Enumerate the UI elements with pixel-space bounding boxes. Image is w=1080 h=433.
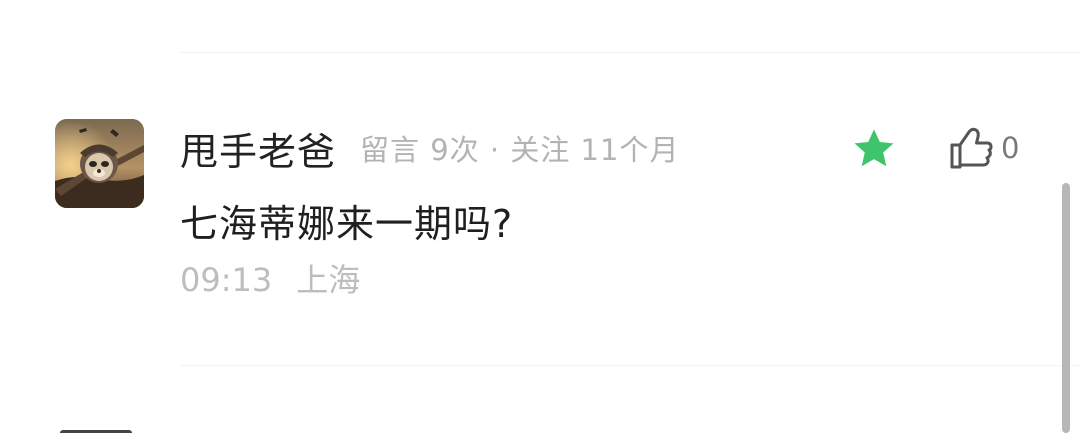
- avatar[interactable]: [55, 119, 144, 208]
- comment-footer: 09:13 上海: [180, 255, 360, 301]
- author-name[interactable]: 甩手老爸: [180, 121, 336, 176]
- comment-item: 甩手老爸 留言 9次 · 关注 11个月 七海蒂娜来一期吗? 09:13 上海 0: [0, 0, 1080, 433]
- star-icon: [854, 129, 894, 167]
- comment-location: 上海: [296, 261, 361, 299]
- comment-text: 七海蒂娜来一期吗?: [180, 202, 514, 246]
- thumbs-up-icon: [950, 127, 993, 169]
- bottom-divider: [180, 365, 1080, 366]
- like-count: 0: [1001, 131, 1020, 165]
- comment-screen: 甩手老爸 留言 9次 · 关注 11个月 七海蒂娜来一期吗? 09:13 上海 0: [0, 0, 1080, 433]
- comment-header: 甩手老爸 留言 9次 · 关注 11个月: [180, 120, 679, 176]
- star-button[interactable]: [851, 126, 897, 172]
- like-button[interactable]: 0: [948, 120, 1019, 176]
- comment-time: 09:13: [180, 261, 273, 299]
- author-meta: 留言 9次 · 关注 11个月: [360, 133, 680, 167]
- scrollbar[interactable]: [1062, 183, 1070, 433]
